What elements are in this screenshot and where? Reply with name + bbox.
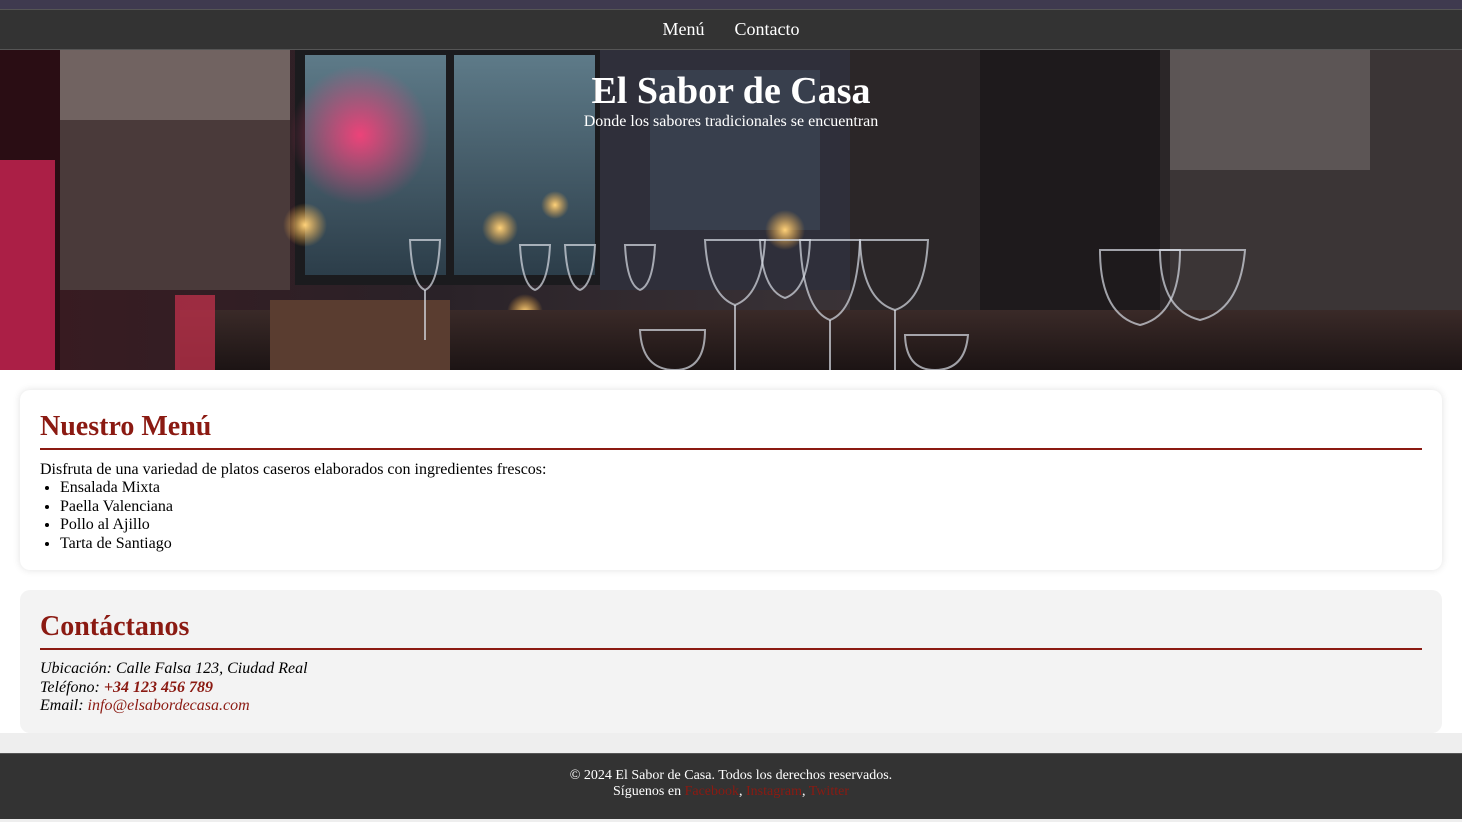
hero-subtitle: Donde los sabores tradicionales se encue… <box>583 113 879 130</box>
social-link-instagram[interactable]: Instagram <box>746 784 802 799</box>
dish-item: Tarta de Santiago <box>60 535 1422 554</box>
email-label: Email: <box>40 697 84 714</box>
social-separator: , <box>739 784 743 799</box>
menu-intro: Disfruta de una variedad de platos caser… <box>40 461 547 478</box>
email-link[interactable]: info@elsabordecasa.com <box>88 697 250 714</box>
hero-titles: El Sabor de Casa Donde los sabores tradi… <box>0 70 1462 132</box>
phone-label: Teléfono: <box>40 678 100 696</box>
email-line: Email: info@elsabordecasa.com <box>40 697 1422 716</box>
location-label: Ubicación: <box>40 660 112 677</box>
site-footer: © 2024 El Sabor de Casa. Todos los derec… <box>0 753 1462 819</box>
hero-banner: El Sabor de Casa Donde los sabores tradi… <box>0 50 1462 370</box>
contact-heading: Contáctanos <box>40 608 1422 650</box>
follow-label: Síguenos en <box>613 784 682 799</box>
top-strip <box>0 0 1462 9</box>
dish-list: Ensalada Mixta Paella Valenciana Pollo a… <box>40 479 1422 553</box>
location-line: Ubicación: Calle Falsa 123, Ciudad Real <box>40 660 1422 679</box>
hero-title: El Sabor de Casa <box>591 70 871 112</box>
social-link-facebook[interactable]: Facebook <box>685 784 739 799</box>
social-separator: , <box>802 784 806 799</box>
main-content: Nuestro Menú Disfruta de una variedad de… <box>0 370 1462 733</box>
contact-section: Contáctanos Ubicación: Calle Falsa 123, … <box>20 590 1442 733</box>
dish-item: Paella Valenciana <box>60 498 1422 517</box>
phone-value: +34 123 456 789 <box>103 678 213 696</box>
nav-link-menu[interactable]: Menú <box>663 19 705 40</box>
footer-copyright: © 2024 El Sabor de Casa. Todos los derec… <box>569 768 893 783</box>
phone-line: Teléfono: +34 123 456 789 <box>40 679 1422 698</box>
menu-heading: Nuestro Menú <box>40 408 1422 450</box>
nav-link-contact[interactable]: Contacto <box>735 19 800 40</box>
location-value: Calle Falsa 123, Ciudad Real <box>115 660 308 677</box>
top-nav: Menú Contacto <box>0 9 1462 50</box>
contact-details: Ubicación: Calle Falsa 123, Ciudad Real … <box>40 660 1422 716</box>
footer-social: Síguenos en Facebook, Instagram, Twitter <box>0 784 1462 800</box>
menu-section: Nuestro Menú Disfruta de una variedad de… <box>20 390 1442 570</box>
social-link-twitter[interactable]: Twitter <box>809 784 849 799</box>
dish-item: Pollo al Ajillo <box>60 516 1422 535</box>
dish-item: Ensalada Mixta <box>60 479 1422 498</box>
